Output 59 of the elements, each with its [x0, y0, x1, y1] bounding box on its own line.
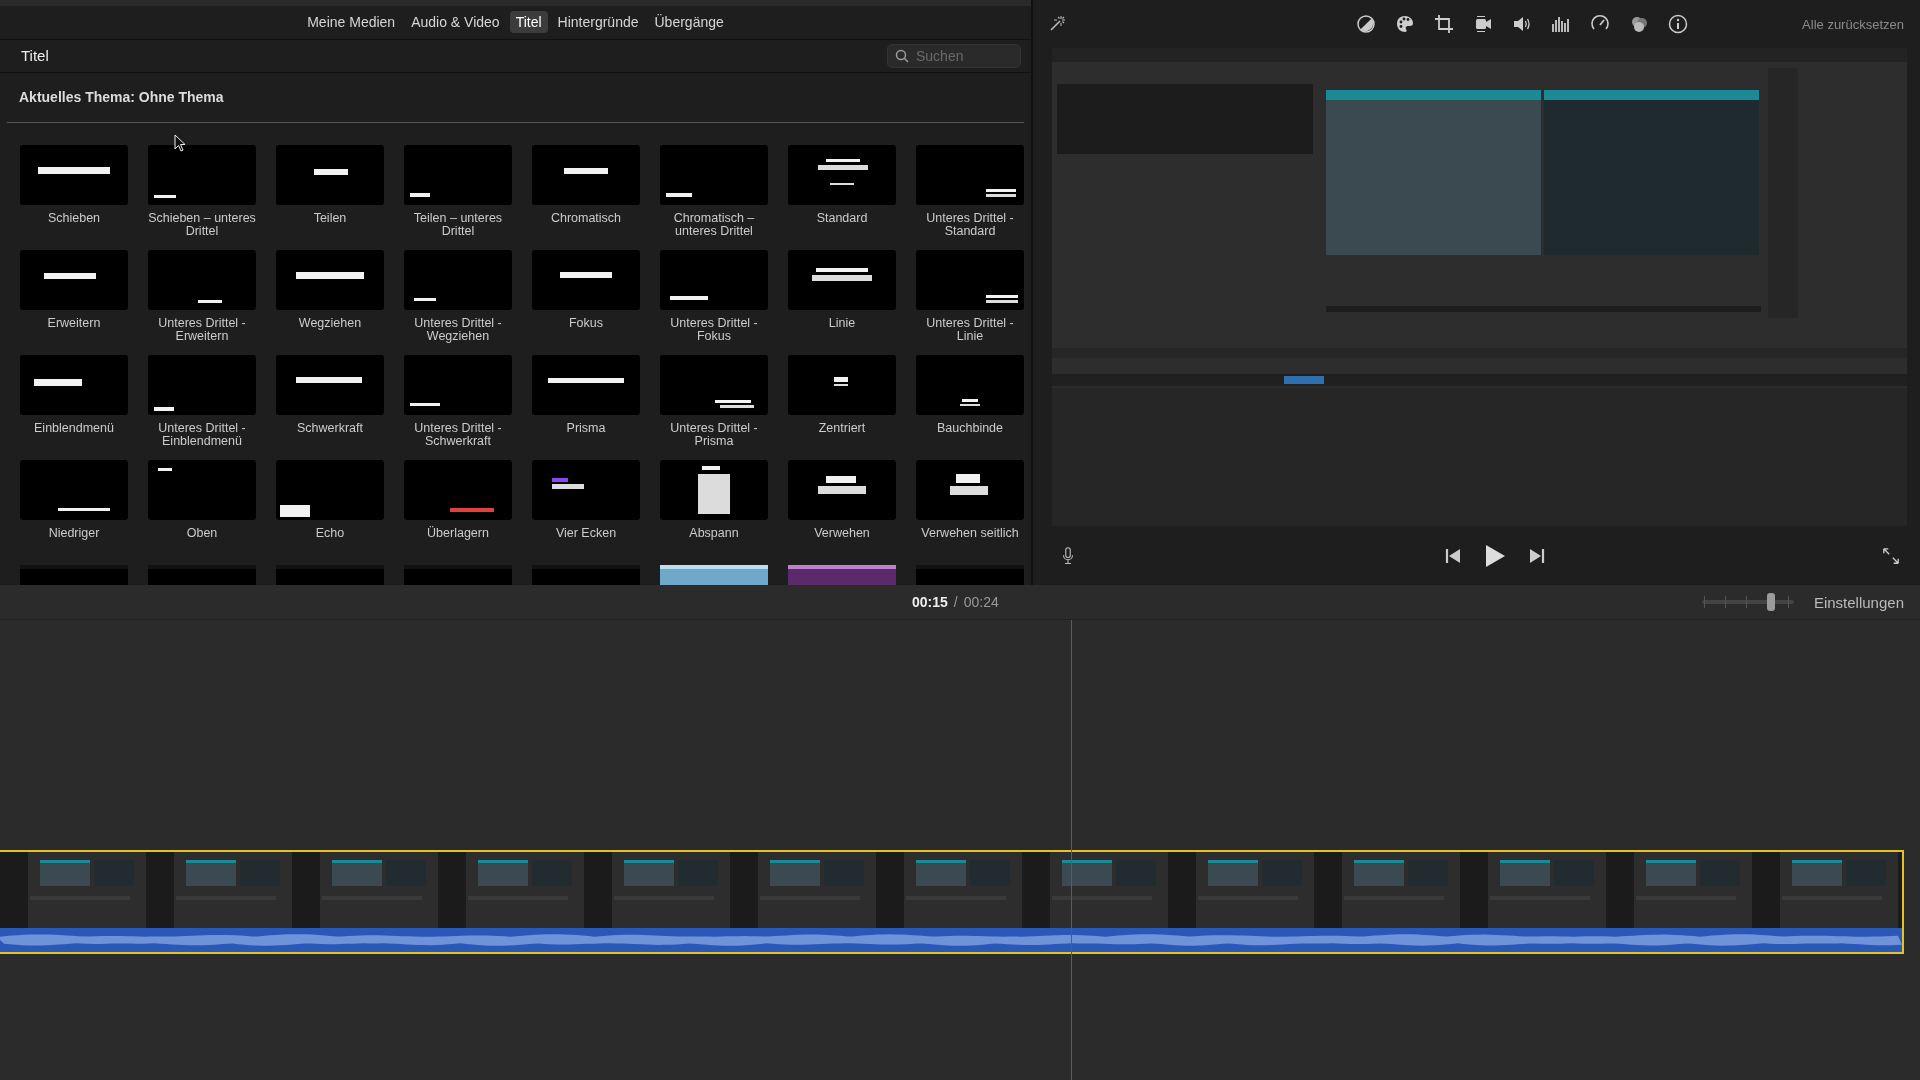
title-label: Fokus: [567, 317, 604, 330]
title-label: Teilen – unteres Drittel: [412, 212, 504, 238]
library-tab[interactable]: Meine Medien: [301, 11, 402, 34]
title-label: Niedriger: [47, 527, 101, 540]
title-label: Unteres Drittel - Einblendmenü: [157, 422, 247, 448]
zoom-slider[interactable]: [1701, 593, 1794, 611]
title-label: Echo: [314, 527, 346, 540]
title-label: Chromatisch – unteres Drittel: [672, 212, 756, 238]
cursor-icon: [174, 134, 186, 152]
skip-forward-icon[interactable]: [1527, 546, 1546, 565]
library-tab[interactable]: Audio & Video: [405, 11, 506, 34]
title-label: Zentriert: [817, 422, 867, 435]
skip-back-icon[interactable]: [1443, 546, 1462, 565]
title-label: Oben: [185, 527, 219, 540]
palette-icon[interactable]: [1394, 14, 1415, 34]
search-field[interactable]: Suchen: [887, 43, 1021, 68]
title-label: Schieben: [46, 212, 102, 225]
equalizer-icon[interactable]: [1550, 14, 1571, 34]
search-icon: [895, 48, 909, 63]
library-tab[interactable]: Hintergründe: [551, 11, 645, 34]
title-label: Abspann: [688, 527, 740, 540]
title-label: Wegziehen: [297, 317, 363, 330]
fullscreen-icon[interactable]: [1882, 546, 1900, 565]
time-separator: /: [953, 594, 958, 610]
contrast-icon[interactable]: [1355, 14, 1376, 34]
current-time: 00:15: [912, 594, 948, 610]
theme-heading: Aktuelles Thema: Ohne Thema: [18, 88, 225, 108]
title-label: Prisma: [565, 422, 607, 435]
title-label: Verwehen seitlich: [920, 527, 1020, 540]
title-label: Unteres Drittel - Standard: [925, 212, 1015, 238]
browser-title: Titel: [21, 47, 49, 65]
title-label: Unteres Drittel - Prisma: [669, 422, 759, 448]
title-label: Linie: [827, 317, 857, 330]
title-label: Vier Ecken: [554, 527, 618, 540]
title-label: Überlagern: [426, 527, 490, 540]
video-clip[interactable]: [0, 850, 1904, 954]
title-label: Unteres Drittel - Linie: [925, 317, 1015, 343]
title-label: Unteres Drittel - Fokus: [669, 317, 759, 343]
library-tab[interactable]: Titel: [509, 11, 548, 34]
title-label: Unteres Drittel - Erweitern: [157, 317, 247, 343]
title-label: Unteres Drittel - Schwerkraft: [413, 422, 503, 448]
title-label: Bauchbinde: [936, 422, 1004, 435]
title-label: Chromatisch: [549, 212, 623, 225]
settings-button[interactable]: Einstellungen: [1807, 592, 1910, 612]
info-icon[interactable]: [1667, 14, 1688, 34]
title-label: Einblendmenü: [33, 422, 115, 435]
speaker-icon[interactable]: [1511, 14, 1532, 34]
title-label: Verwehen: [813, 527, 871, 540]
reset-button[interactable]: Alle zurücksetzen: [1796, 15, 1910, 33]
title-label: Schieben – unteres Drittel: [147, 212, 257, 238]
title-label: Schwerkraft: [296, 422, 364, 435]
title-label: Standard: [815, 212, 869, 225]
crop-icon[interactable]: [1433, 14, 1454, 34]
title-label: Unteres Drittel - Wegziehen: [413, 317, 503, 343]
library-tab[interactable]: Übergänge: [648, 11, 730, 34]
play-icon[interactable]: [1483, 543, 1506, 568]
duration: 00:24: [963, 594, 999, 610]
title-label: Erweitern: [46, 317, 102, 330]
title-label: Teilen: [312, 212, 348, 225]
